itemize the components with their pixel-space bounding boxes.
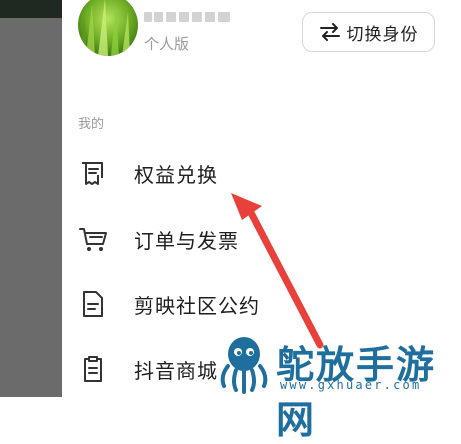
octopus-logo-icon — [220, 337, 268, 394]
watermark-url: www.gxhuaer.com — [280, 378, 422, 392]
site-watermark: 鸵放手游网 www.gxhuaer.com — [210, 330, 461, 442]
